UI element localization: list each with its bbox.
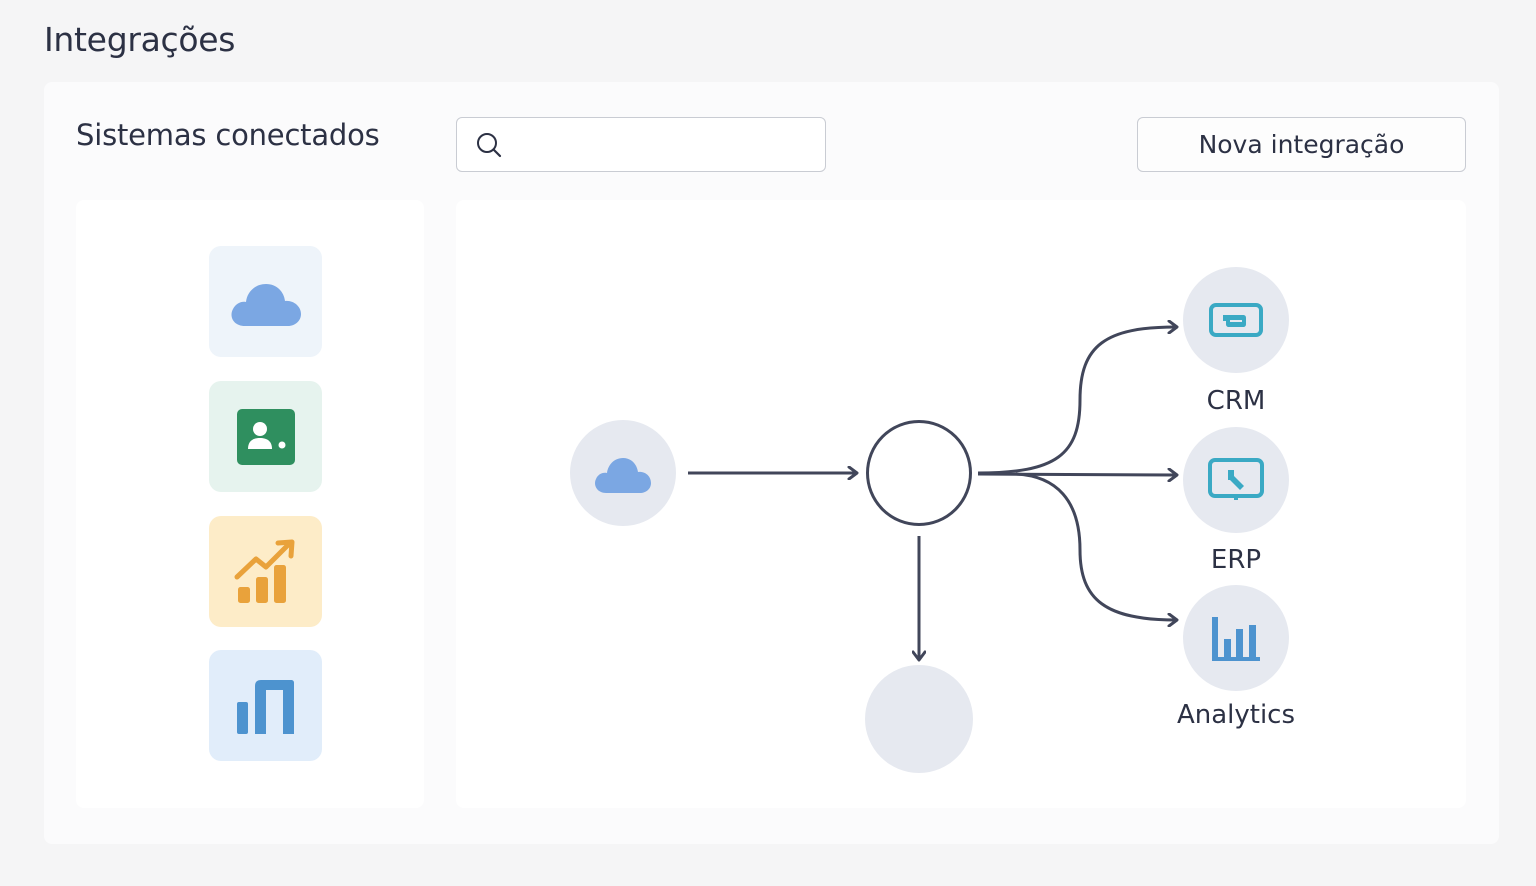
erp-label: ERP	[1210, 545, 1262, 575]
crm-node[interactable]	[1183, 267, 1289, 373]
search-box[interactable]	[456, 117, 826, 172]
output-node[interactable]	[865, 665, 973, 773]
erp-screen-icon	[1208, 458, 1264, 500]
system-tile-cloud[interactable]	[209, 246, 322, 357]
cloud-icon	[231, 283, 301, 326]
section-title: Sistemas conectados	[76, 118, 380, 152]
system-tile-growth[interactable]	[209, 516, 322, 627]
source-node[interactable]	[570, 420, 676, 526]
page-title: Integrações	[44, 20, 236, 59]
erp-node[interactable]	[1183, 427, 1289, 533]
contact-card-icon	[236, 408, 295, 465]
analytics-label: Analytics	[1176, 700, 1296, 730]
integration-flow-diagram: CRM ERP Analytics	[456, 200, 1466, 808]
integrations-card: Sistemas conectados Nova integração CRM …	[44, 82, 1499, 844]
system-tile-report[interactable]	[209, 650, 322, 761]
search-icon	[477, 133, 502, 158]
new-integration-button[interactable]: Nova integração	[1137, 117, 1466, 172]
integration-hub-node[interactable]	[866, 420, 972, 526]
system-tile-contacts[interactable]	[209, 381, 322, 492]
crm-label: CRM	[1206, 386, 1266, 416]
analytics-bars-icon	[1212, 617, 1260, 661]
crm-card-icon	[1209, 303, 1263, 337]
growth-chart-icon	[234, 539, 294, 603]
cloud-icon	[595, 458, 651, 493]
hub-to-erp-connector	[977, 474, 1176, 475]
search-input[interactable]	[513, 126, 813, 164]
connected-systems-list	[76, 200, 424, 808]
bar-report-icon	[236, 679, 294, 734]
analytics-node[interactable]	[1183, 585, 1289, 691]
